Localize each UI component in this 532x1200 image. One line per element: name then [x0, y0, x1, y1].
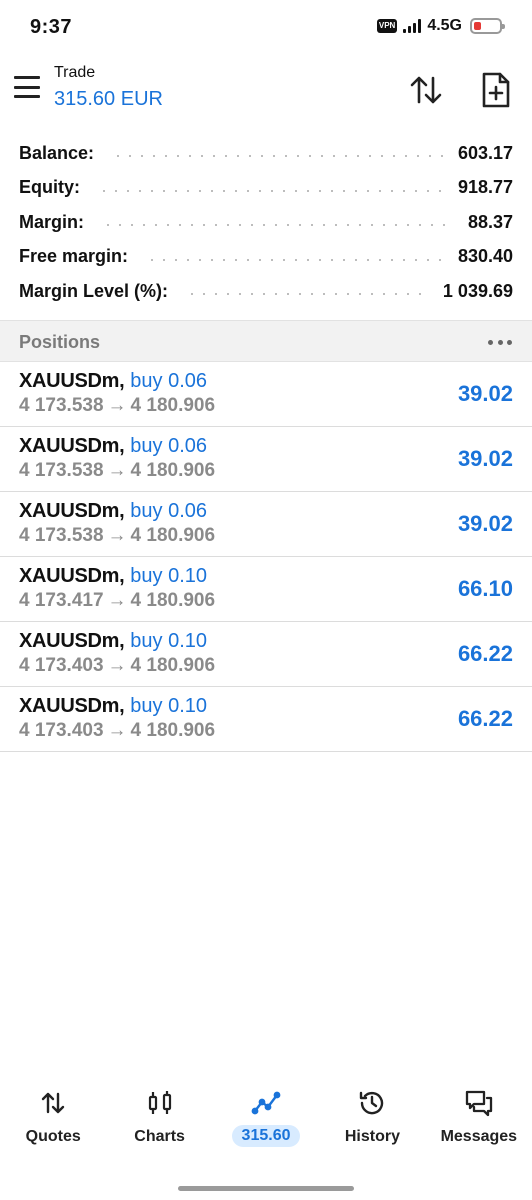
status-time: 9:37: [30, 16, 73, 38]
nav-history[interactable]: History: [319, 1080, 425, 1160]
dotted-leader: [146, 258, 444, 261]
nav-charts-label: Charts: [134, 1128, 185, 1145]
margin-label: Margin:: [19, 211, 84, 232]
position-current-price: 4 180.906: [130, 525, 216, 546]
margin-row: Margin: 88.37: [0, 205, 532, 240]
position-side: buy 0.06: [130, 500, 207, 522]
margin-level-value: 1 039.69: [442, 280, 513, 301]
position-side: buy 0.06: [130, 370, 207, 392]
bottom-navigation: Quotes Charts 315.60 History Messages: [0, 1080, 532, 1160]
nav-trade[interactable]: 315.60: [213, 1080, 319, 1160]
dotted-leader: [112, 155, 444, 158]
account-equity: 315.60 EUR: [54, 88, 163, 110]
nav-history-label: History: [344, 1128, 400, 1145]
position-open-price: 4 173.538: [19, 460, 104, 481]
battery-icon: [470, 18, 505, 34]
position-current-price: 4 180.906: [130, 460, 216, 481]
right-arrow-icon: →: [107, 590, 127, 611]
quotes-arrows-icon: [42, 1092, 65, 1114]
history-clock-icon: [360, 1091, 384, 1115]
position-current-price: 4 180.906: [130, 395, 216, 416]
position-symbol: XAUUSDm: [19, 370, 120, 392]
dotted-leader: [102, 224, 454, 227]
position-side: buy 0.06: [130, 435, 207, 457]
nav-quotes[interactable]: Quotes: [0, 1080, 106, 1160]
right-arrow-icon: →: [107, 525, 127, 546]
position-profit: 39.02: [457, 381, 513, 406]
positions-section-header: Positions: [0, 320, 532, 362]
network-type: 4.5G: [427, 17, 462, 34]
position-profit: 66.22: [457, 706, 513, 731]
sort-order-icon[interactable]: [406, 72, 446, 108]
account-summary: Balance: 603.17 Equity: 918.77 Margin: 8…: [0, 136, 532, 309]
position-row[interactable]: XAUUSDm, buy 0.06 4 173.538 → 4 180.906 39…: [0, 427, 532, 492]
nav-messages[interactable]: Messages: [426, 1080, 532, 1160]
nav-trade-label: 315.60: [231, 1125, 301, 1147]
signal-strength-icon: [403, 19, 422, 33]
equity-value: 918.77: [457, 177, 513, 198]
position-profit: 39.02: [457, 446, 513, 471]
position-open-price: 4 173.403: [19, 655, 104, 676]
position-row[interactable]: XAUUSDm, buy 0.06 4 173.538 → 4 180.906 39…: [0, 362, 532, 427]
new-order-icon[interactable]: [478, 70, 514, 110]
free-margin-row: Free margin: 830.40: [0, 240, 532, 275]
position-row[interactable]: XAUUSDm, buy 0.10 4 173.403 → 4 180.906 66…: [0, 622, 532, 687]
home-indicator[interactable]: [178, 1186, 354, 1191]
balance-label: Balance:: [19, 142, 95, 163]
trade-line-icon: [251, 1091, 281, 1115]
page-title: Trade: [54, 64, 96, 81]
position-current-price: 4 180.906: [130, 720, 216, 741]
position-current-price: 4 180.906: [130, 590, 216, 611]
dotted-leader: [186, 293, 429, 296]
margin-value: 88.37: [467, 211, 513, 232]
position-profit: 66.22: [457, 641, 513, 666]
balance-value: 603.17: [457, 142, 513, 163]
nav-quotes-label: Quotes: [25, 1128, 81, 1145]
position-side: buy 0.10: [130, 695, 207, 717]
nav-messages-label: Messages: [440, 1128, 518, 1145]
positions-title: Positions: [19, 332, 101, 352]
position-symbol: XAUUSDm: [19, 565, 120, 587]
balance-row: Balance: 603.17: [0, 136, 532, 171]
right-arrow-icon: →: [107, 460, 127, 481]
hamburger-menu-icon[interactable]: [14, 76, 40, 98]
position-profit: 66.10: [457, 576, 513, 601]
vpn-icon: VPN: [376, 19, 398, 33]
messages-chat-icon: [465, 1090, 492, 1117]
position-side: buy 0.10: [130, 630, 207, 652]
position-side: buy 0.10: [130, 565, 207, 587]
dotted-leader: [98, 189, 444, 192]
position-symbol: XAUUSDm: [19, 630, 120, 652]
nav-charts[interactable]: Charts: [106, 1080, 212, 1160]
margin-level-row: Margin Level (%): 1 039.69: [0, 274, 532, 309]
position-row[interactable]: XAUUSDm, buy 0.06 4 173.538 → 4 180.906 39…: [0, 492, 532, 557]
position-row[interactable]: XAUUSDm, buy 0.10 4 173.403 → 4 180.906 66…: [0, 687, 532, 752]
position-symbol: XAUUSDm: [19, 435, 120, 457]
position-open-price: 4 173.538: [19, 525, 104, 546]
status-bar: 9:37 VPN 4.5G: [0, 0, 532, 58]
positions-list: XAUUSDm, buy 0.06 4 173.538 → 4 180.906 39…: [0, 362, 532, 752]
free-margin-label: Free margin:: [19, 246, 129, 267]
right-arrow-icon: →: [107, 655, 127, 676]
free-margin-value: 830.40: [457, 246, 513, 267]
position-open-price: 4 173.417: [19, 590, 104, 611]
position-row[interactable]: XAUUSDm, buy 0.10 4 173.417 → 4 180.906 66…: [0, 557, 532, 622]
app-header: Trade 315.60 EUR: [0, 58, 532, 122]
position-symbol: XAUUSDm: [19, 500, 120, 522]
status-icons: VPN 4.5G: [376, 17, 505, 35]
position-profit: 39.02: [457, 511, 513, 536]
position-current-price: 4 180.906: [130, 655, 216, 676]
margin-level-label: Margin Level (%):: [19, 280, 169, 301]
right-arrow-icon: →: [107, 720, 127, 741]
right-arrow-icon: →: [107, 395, 127, 416]
position-open-price: 4 173.403: [19, 720, 104, 741]
equity-label: Equity:: [19, 177, 80, 198]
position-symbol: XAUUSDm: [19, 695, 120, 717]
more-options-icon[interactable]: [488, 333, 512, 351]
position-open-price: 4 173.538: [19, 395, 104, 416]
candlestick-icon: [148, 1091, 171, 1114]
equity-row: Equity: 918.77: [0, 171, 532, 206]
